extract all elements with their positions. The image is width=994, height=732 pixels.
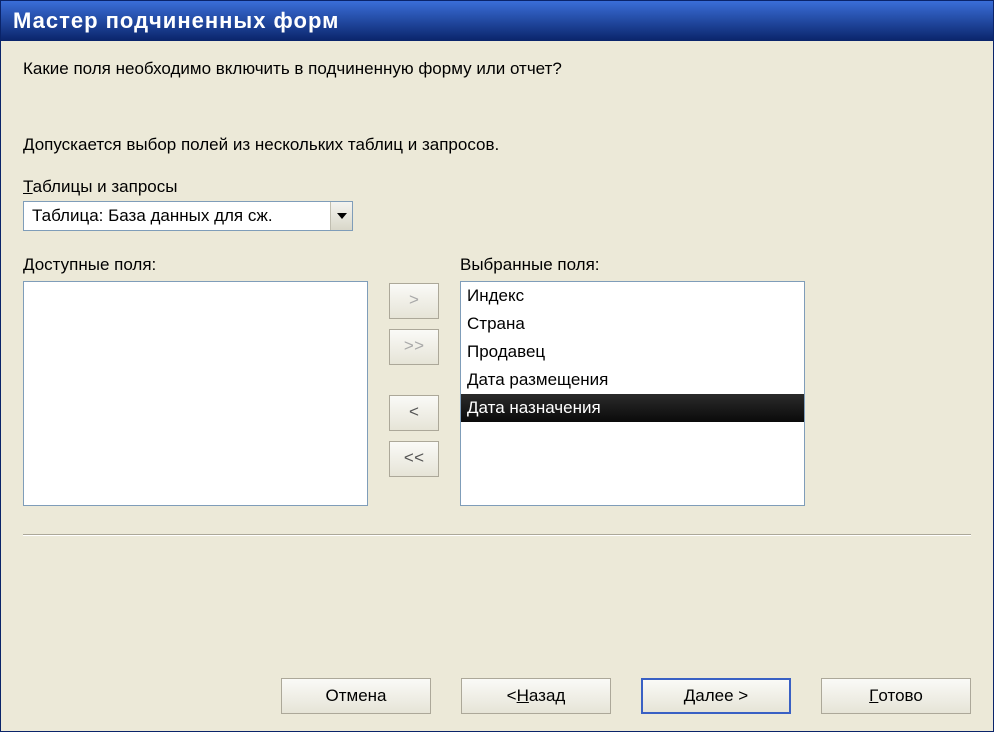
selected-column: Выбранные поля: ИндексСтранаПродавецДата…	[460, 255, 805, 506]
question-text: Какие поля необходимо включить в подчине…	[23, 59, 971, 79]
cancel-label: Отмена	[326, 686, 387, 706]
list-item[interactable]: Продавец	[461, 338, 804, 366]
list-item[interactable]: Дата размещения	[461, 366, 804, 394]
fields-row: Доступные поля: > >> < << Выбранные поля…	[23, 255, 971, 506]
next-button[interactable]: Далее >	[641, 678, 791, 714]
tables-queries-label: Таблицы и запросы	[23, 177, 971, 197]
chevron-down-icon	[337, 213, 347, 219]
tables-queries-accel: Т	[23, 177, 33, 196]
footer: Отмена < Назад Далее > Готово	[1, 661, 993, 731]
wizard-window: Мастер подчиненных форм Какие поля необх…	[0, 0, 994, 732]
titlebar: Мастер подчиненных форм	[1, 1, 993, 41]
selected-label: Выбранные поля:	[460, 255, 805, 275]
selected-fields-listbox[interactable]: ИндексСтранаПродавецДата размещенияДата …	[460, 281, 805, 506]
list-item[interactable]: Страна	[461, 310, 804, 338]
list-item[interactable]: Индекс	[461, 282, 804, 310]
mover-column: > >> < <<	[368, 255, 460, 487]
available-label: Доступные поля:	[23, 255, 368, 275]
next-rest: алее >	[695, 686, 748, 706]
cancel-button[interactable]: Отмена	[281, 678, 431, 714]
remove-button[interactable]: <	[389, 395, 439, 431]
add-button[interactable]: >	[389, 283, 439, 319]
tables-queries-combo[interactable]: Таблица: База данных для сж.	[23, 201, 353, 231]
available-column: Доступные поля:	[23, 255, 368, 506]
back-button[interactable]: < Назад	[461, 678, 611, 714]
back-accel: Н	[517, 686, 529, 706]
finish-accel: Г	[869, 686, 878, 706]
remove-all-button[interactable]: <<	[389, 441, 439, 477]
tables-queries-rest: аблицы и запросы	[33, 177, 178, 196]
tables-queries-combo-wrap: Таблица: База данных для сж.	[23, 201, 971, 231]
back-pre: <	[507, 686, 517, 706]
combo-value: Таблица: База данных для сж.	[24, 206, 330, 226]
hint-text: Допускается выбор полей из нескольких та…	[23, 135, 971, 155]
list-item[interactable]: Дата назначения	[461, 394, 804, 422]
available-fields-listbox[interactable]	[23, 281, 368, 506]
finish-button[interactable]: Готово	[821, 678, 971, 714]
next-accel: Д	[684, 686, 696, 706]
content-area: Какие поля необходимо включить в подчине…	[1, 41, 993, 661]
back-rest: азад	[529, 686, 565, 706]
add-all-button[interactable]: >>	[389, 329, 439, 365]
titlebar-text: Мастер подчиненных форм	[13, 8, 339, 34]
footer-divider	[23, 534, 971, 536]
combo-dropdown-button[interactable]	[330, 202, 352, 230]
finish-rest: отово	[878, 686, 922, 706]
